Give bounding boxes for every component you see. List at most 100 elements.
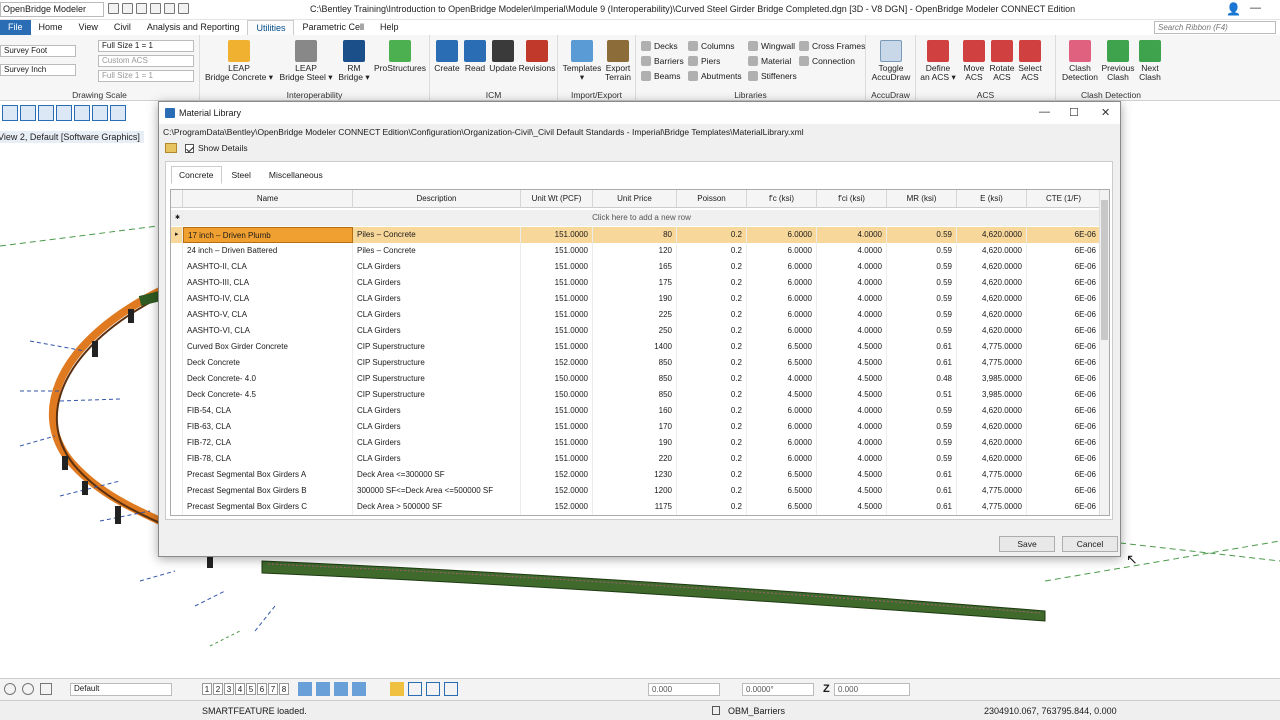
mr-cell[interactable]: 0.48 <box>887 371 957 387</box>
select-acs-button[interactable]: Select ACS <box>1016 40 1044 82</box>
leap-steel-button[interactable]: LEAP Bridge Steel ▾ <box>276 40 336 82</box>
cte-cell[interactable]: 6E-06 <box>1027 227 1101 243</box>
revisions-button[interactable]: Revisions <box>518 40 556 73</box>
unit-price-cell[interactable]: 850 <box>593 387 677 403</box>
fc-cell[interactable]: 4.5000 <box>747 387 817 403</box>
read-button[interactable]: Read <box>462 40 488 73</box>
cte-cell[interactable]: 6E-06 <box>1027 243 1101 259</box>
menu-utilities[interactable]: Utilities <box>247 20 295 35</box>
unit-wt-cell[interactable]: 151.0000 <box>521 259 593 275</box>
cte-cell[interactable]: 6E-06 <box>1027 387 1101 403</box>
col-poisson[interactable]: Poisson <box>677 190 747 208</box>
x-coordinate-input[interactable]: 0.000 <box>648 683 720 696</box>
fc-cell[interactable]: 6.5000 <box>747 499 817 515</box>
table-row[interactable]: 24 inch – Driven Battered Piles – Concret… <box>171 243 1101 259</box>
row-selector[interactable] <box>171 323 183 339</box>
unit-wt-cell[interactable]: 151.0000 <box>521 275 593 291</box>
row-selector[interactable] <box>171 291 183 307</box>
unit-price-cell[interactable]: 165 <box>593 259 677 275</box>
row-selector[interactable] <box>171 467 183 483</box>
unit-price-cell[interactable]: 850 <box>593 371 677 387</box>
e-cell[interactable]: 4,620.0000 <box>957 323 1027 339</box>
poisson-cell[interactable]: 0.2 <box>677 403 747 419</box>
description-cell[interactable]: CLA Girders <box>353 307 521 323</box>
fci-cell[interactable]: 4.0000 <box>817 227 887 243</box>
dialog-minimize-button[interactable]: — <box>1039 106 1050 118</box>
table-row[interactable]: Deck Concrete- 4.0 CIP Superstructure 150.… <box>171 371 1101 387</box>
fci-cell[interactable]: 4.5000 <box>817 371 887 387</box>
mr-cell[interactable]: 0.59 <box>887 323 957 339</box>
fci-cell[interactable]: 4.5000 <box>817 483 887 499</box>
fc-cell[interactable]: 6.0000 <box>747 451 817 467</box>
unit-wt-cell[interactable]: 152.0000 <box>521 355 593 371</box>
poisson-cell[interactable]: 0.2 <box>677 451 747 467</box>
unit-price-cell[interactable]: 120 <box>593 243 677 259</box>
mr-cell[interactable]: 0.61 <box>887 467 957 483</box>
poisson-cell[interactable]: 0.2 <box>677 259 747 275</box>
description-cell[interactable]: CLA Girders <box>353 259 521 275</box>
row-selector[interactable] <box>171 483 183 499</box>
fc-cell[interactable]: 6.0000 <box>747 403 817 419</box>
e-cell[interactable]: 4,775.0000 <box>957 355 1027 371</box>
open-icon[interactable] <box>108 3 119 14</box>
show-details-checkbox[interactable] <box>185 143 194 153</box>
e-cell[interactable]: 4,620.0000 <box>957 291 1027 307</box>
table-row[interactable]: Precast Segmental Box Girders A Deck Area… <box>171 467 1101 483</box>
fc-cell[interactable]: 6.0000 <box>747 435 817 451</box>
cross-frames-button[interactable]: Cross Frames <box>799 41 865 51</box>
name-cell[interactable]: AASHTO-III, CLA <box>183 275 353 291</box>
fc-cell[interactable]: 6.5000 <box>747 467 817 483</box>
menu-parametric-cell[interactable]: Parametric Cell <box>294 20 372 35</box>
table-row[interactable]: AASHTO-III, CLA CLA Girders 151.0000 175 0.2… <box>171 275 1101 291</box>
poisson-cell[interactable]: 0.2 <box>677 435 747 451</box>
tab-concrete[interactable]: Concrete <box>171 166 222 184</box>
name-cell[interactable]: Curved Box Girder Concrete <box>183 339 353 355</box>
description-cell[interactable]: CLA Girders <box>353 275 521 291</box>
col-cte[interactable]: CTE (1/F) <box>1027 190 1101 208</box>
row-selector[interactable] <box>171 451 183 467</box>
col-mr[interactable]: MR (ksi) <box>887 190 957 208</box>
open-folder-icon[interactable] <box>165 143 177 153</box>
cte-cell[interactable]: 6E-06 <box>1027 307 1101 323</box>
decks-button[interactable]: Decks <box>641 41 678 51</box>
description-cell[interactable]: 300000 SF<=Deck Area <=500000 SF <box>353 483 521 499</box>
dialog-maximize-button[interactable]: ☐ <box>1069 106 1079 119</box>
mr-cell[interactable]: 0.61 <box>887 339 957 355</box>
poisson-cell[interactable]: 0.2 <box>677 467 747 483</box>
lock-icon[interactable] <box>712 706 720 715</box>
unit-price-cell[interactable]: 250 <box>593 323 677 339</box>
fci-cell[interactable]: 4.0000 <box>817 291 887 307</box>
unit-wt-cell[interactable]: 151.0000 <box>521 435 593 451</box>
table-row[interactable]: FIB-72, CLA CLA Girders 151.0000 190 0.2 6.00… <box>171 435 1101 451</box>
cte-cell[interactable]: 6E-06 <box>1027 275 1101 291</box>
view-8-button[interactable]: 8 <box>279 683 289 695</box>
mr-cell[interactable]: 0.59 <box>887 243 957 259</box>
unit-price-cell[interactable]: 175 <box>593 275 677 291</box>
mr-cell[interactable]: 0.59 <box>887 419 957 435</box>
templates-button[interactable]: Templates ▾ <box>562 40 602 82</box>
fc-cell[interactable]: 6.0000 <box>747 227 817 243</box>
row-selector[interactable] <box>171 307 183 323</box>
unit-wt-cell[interactable]: 150.0000 <box>521 387 593 403</box>
cte-cell[interactable]: 6E-06 <box>1027 435 1101 451</box>
fc-cell[interactable]: 6.0000 <box>747 243 817 259</box>
name-cell[interactable]: AASHTO-V, CLA <box>183 307 353 323</box>
row-selector[interactable] <box>171 243 183 259</box>
mr-cell[interactable]: 0.61 <box>887 483 957 499</box>
menu-analysis-reporting[interactable]: Analysis and Reporting <box>139 20 248 35</box>
display-style-icon[interactable] <box>40 683 52 695</box>
fc-cell[interactable]: 6.0000 <box>747 323 817 339</box>
e-cell[interactable]: 3,985.0000 <box>957 387 1027 403</box>
fci-cell[interactable]: 4.0000 <box>817 435 887 451</box>
z-coordinate-input[interactable]: 0.000 <box>834 683 910 696</box>
menu-help[interactable]: Help <box>372 20 407 35</box>
fci-cell[interactable]: 4.5000 <box>817 499 887 515</box>
unit-wt-cell[interactable]: 152.0000 <box>521 467 593 483</box>
fci-cell[interactable]: 4.5000 <box>817 355 887 371</box>
poisson-cell[interactable]: 0.2 <box>677 355 747 371</box>
rm-bridge-button[interactable]: RM Bridge ▾ <box>336 40 372 82</box>
view-2-button[interactable]: 2 <box>213 683 223 695</box>
row-selector[interactable] <box>171 387 183 403</box>
e-cell[interactable]: 4,620.0000 <box>957 227 1027 243</box>
unit-price-cell[interactable]: 190 <box>593 291 677 307</box>
